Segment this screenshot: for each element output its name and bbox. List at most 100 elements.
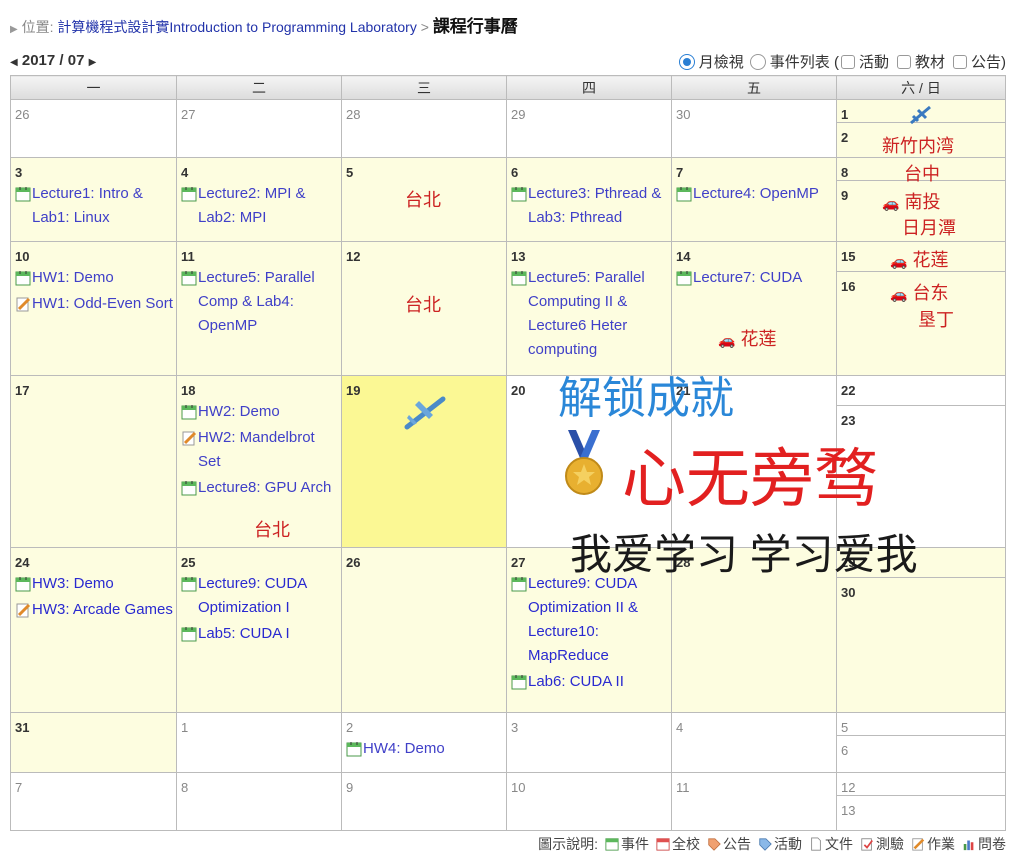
travel-note: 台北: [405, 190, 441, 210]
day-number: 17: [15, 383, 30, 398]
week-row: 3 Lecture1: Intro & Lab1: Linux 4 Lectur…: [10, 157, 1006, 242]
calendar-event[interactable]: Lecture5: Parallel Comp & Lab4: OpenMP: [177, 266, 341, 338]
weekday-header: 六 / 日: [836, 75, 1006, 100]
day-cell[interactable]: 25 Lecture9: CUDA Optimization I Lab5: C…: [176, 547, 342, 713]
event-title: Lecture3: Pthread & Lab3: Pthread: [528, 185, 662, 226]
day-number: 11: [676, 780, 690, 795]
event-list-radio[interactable]: [749, 53, 766, 70]
calendar-event[interactable]: Lecture3: Pthread & Lab3: Pthread: [507, 182, 671, 230]
day-cell[interactable]: 29: [506, 99, 672, 158]
course-link[interactable]: 計算機程式設計實Introduction to Programming Labo…: [57, 19, 416, 35]
survey-chart-icon: [963, 840, 974, 851]
day-cell[interactable]: 2 HW4: Demo: [341, 712, 507, 773]
legend-label: 活動: [774, 836, 802, 852]
event-title: HW4: Demo: [363, 740, 445, 757]
calendar-event[interactable]: Lecture9: CUDA Optimization II & Lecture…: [507, 572, 671, 668]
calendar-event[interactable]: Lecture7: CUDA: [672, 266, 836, 290]
page-title: 課程行事曆: [432, 17, 518, 36]
day-cell[interactable]: 14 Lecture7: CUDA: [671, 241, 837, 376]
weekend-cell: 5 6: [836, 712, 1006, 773]
day-cell[interactable]: 11 Lecture5: Parallel Comp & Lab4: OpenM…: [176, 241, 342, 376]
event-title: HW2: Demo: [198, 403, 280, 420]
day-cell[interactable]: 13 Lecture5: Parallel Computing II & Lec…: [506, 241, 672, 376]
day-cell[interactable]: 27: [176, 99, 342, 158]
breadcrumb-separator: >: [420, 19, 429, 35]
event-title: HW2: Mandelbrot Set: [198, 429, 315, 470]
day-cell[interactable]: 22: [837, 376, 1005, 406]
material-checkbox[interactable]: [896, 54, 911, 69]
day-cell[interactable]: 7 Lecture4: OpenMP: [671, 157, 837, 242]
day-cell[interactable]: 26: [341, 547, 507, 713]
calendar-event[interactable]: HW4: Demo: [342, 737, 506, 761]
month-view-radio[interactable]: [678, 53, 695, 70]
legend-item: 活動: [758, 834, 802, 854]
event-calendar-icon: [15, 577, 31, 592]
calendar-event[interactable]: Lecture9: CUDA Optimization I: [177, 572, 341, 620]
calendar-event[interactable]: HW2: Demo: [177, 400, 341, 424]
calendar-event[interactable]: Lecture5: Parallel Computing II & Lectur…: [507, 266, 671, 362]
day-cell[interactable]: 26: [10, 99, 177, 158]
calendar-event[interactable]: HW1: Demo: [11, 266, 176, 290]
legend-item: 文件: [809, 834, 853, 854]
calendar-event[interactable]: HW3: Demo: [11, 572, 176, 596]
travel-note: 垦丁: [918, 310, 954, 330]
overlay-focus-text: 心无旁骛: [622, 443, 878, 515]
day-number: 26: [346, 555, 361, 570]
day-cell[interactable]: 6: [837, 736, 1005, 758]
travel-note-with-car: 🚗 花莲: [890, 246, 948, 272]
day-cell[interactable]: 4: [671, 712, 837, 773]
overlay-achievement-text: 解锁成就: [558, 374, 734, 423]
day-cell[interactable]: 3 Lecture1: Intro & Lab1: Linux: [10, 157, 177, 242]
calendar-event[interactable]: Lecture2: MPI & Lab2: MPI: [177, 182, 341, 230]
homework-icon: [182, 431, 197, 446]
day-cell[interactable]: 3: [506, 712, 672, 773]
week-row: 26 27 28 29 30 1 2: [10, 99, 1006, 158]
day-cell[interactable]: 24 HW3: Demo HW3: Arcade Games: [10, 547, 177, 713]
day-cell[interactable]: 1: [176, 712, 342, 773]
legend-item: 測驗: [860, 834, 904, 854]
month-navigation: ◀ 2017 / 07 ▶: [10, 52, 96, 69]
event-calendar-icon: [511, 187, 527, 202]
day-cell[interactable]: 5: [837, 713, 1005, 736]
activity-checkbox[interactable]: [840, 54, 855, 69]
day-cell[interactable]: 13: [837, 796, 1005, 818]
day-cell[interactable]: 9: [341, 772, 507, 831]
calendar-event[interactable]: HW3: Arcade Games: [11, 598, 176, 622]
day-cell[interactable]: 28: [341, 99, 507, 158]
day-number: 31: [15, 720, 30, 735]
day-cell[interactable]: 10: [506, 772, 672, 831]
day-cell[interactable]: 7: [10, 772, 177, 831]
next-month-icon[interactable]: ▶: [89, 57, 97, 68]
calendar-event[interactable]: HW2: Mandelbrot Set: [177, 426, 341, 474]
day-cell[interactable]: 31: [10, 712, 177, 773]
calendar-event[interactable]: Lab6: CUDA II: [507, 670, 671, 694]
week-row: 10 HW1: Demo HW1: Odd-Even Sort 11 Lectu…: [10, 241, 1006, 376]
day-number: 2: [346, 720, 354, 735]
announcement-checkbox[interactable]: [953, 54, 967, 69]
day-cell[interactable]: 6 Lecture3: Pthread & Lab3: Pthread: [506, 157, 672, 242]
day-cell[interactable]: 8: [176, 772, 342, 831]
quiz-icon: [861, 838, 873, 851]
day-number: 13: [841, 803, 856, 818]
day-cell[interactable]: 30: [671, 99, 837, 158]
weekday-header: 二: [176, 75, 342, 100]
prev-month-icon[interactable]: ◀: [10, 57, 18, 68]
calendar-event[interactable]: Lecture8: GPU Arch: [177, 476, 341, 500]
day-cell[interactable]: 4 Lecture2: MPI & Lab2: MPI: [176, 157, 342, 242]
calendar-event[interactable]: Lecture1: Intro & Lab1: Linux: [11, 182, 176, 230]
day-number: 3: [15, 165, 23, 180]
day-number: 28: [346, 107, 361, 122]
day-cell[interactable]: 23: [837, 406, 1005, 428]
day-cell[interactable]: 12: [837, 773, 1005, 796]
day-cell[interactable]: 11: [671, 772, 837, 831]
week-row: 31 1 2 HW4: Demo 3 4 5 6: [10, 712, 1006, 773]
material-label: 教材: [914, 54, 945, 71]
calendar-event[interactable]: Lab5: CUDA I: [177, 622, 341, 646]
travel-note-with-car: 🚗 南投: [882, 188, 940, 214]
calendar-event[interactable]: HW1: Odd-Even Sort: [11, 292, 176, 316]
icon-legend: 圖示說明: 事件 全校 公告 活動 文件 測驗 作業 問卷: [538, 834, 1006, 854]
calendar-event[interactable]: Lecture4: OpenMP: [672, 182, 836, 206]
day-cell[interactable]: 10 HW1: Demo HW1: Odd-Even Sort: [10, 241, 177, 376]
weekday-header: 一: [10, 75, 177, 100]
day-cell[interactable]: 17: [10, 375, 177, 548]
